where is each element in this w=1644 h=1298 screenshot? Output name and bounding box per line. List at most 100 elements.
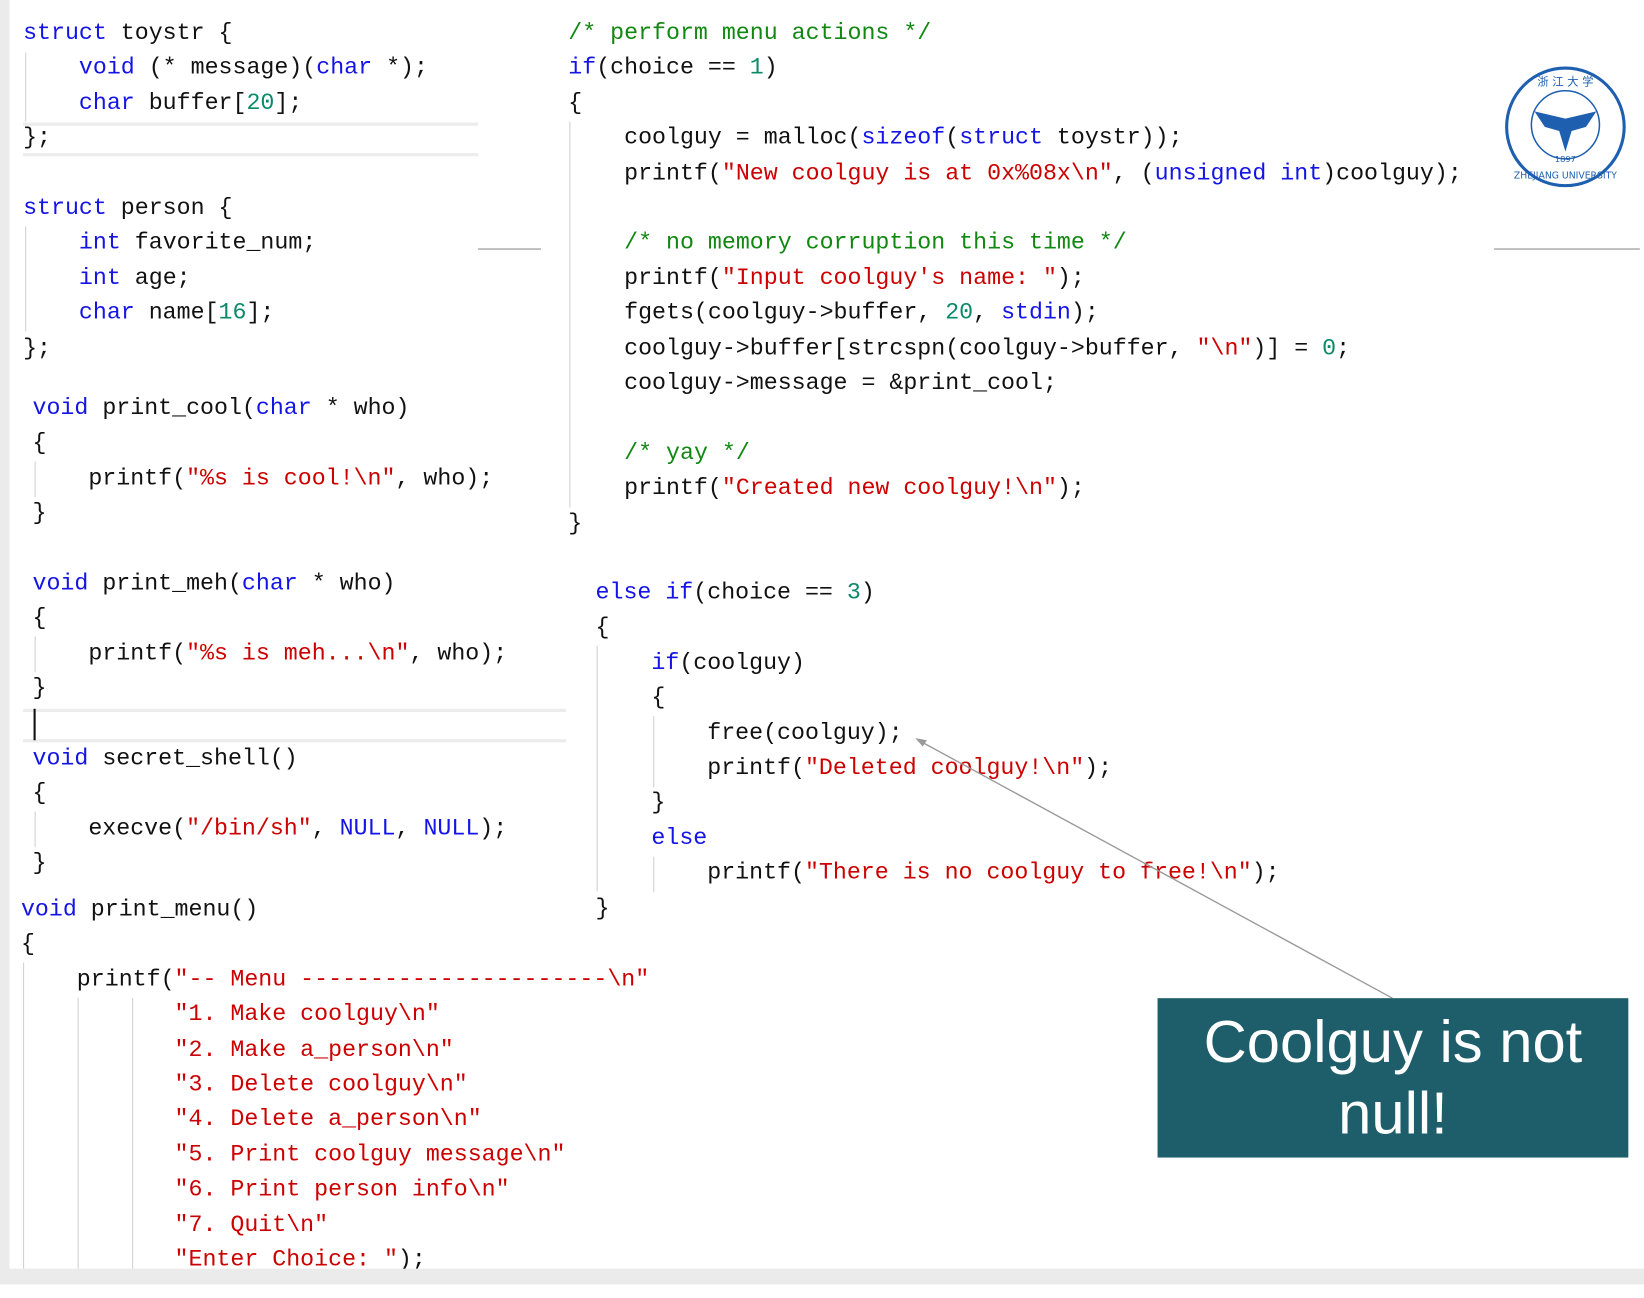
- code-line: "4. Delete a_person\n": [21, 1106, 482, 1135]
- code-token: {: [32, 430, 47, 457]
- code-token: ,: [311, 815, 340, 842]
- code-token: "4. Delete a_person\n": [174, 1106, 482, 1133]
- code-line: coolguy->buffer[strcspn(coolguy->buffer,…: [568, 334, 1350, 363]
- code-token: coolguy = malloc(: [568, 124, 862, 152]
- code-token: "7. Quit\n": [174, 1211, 329, 1238]
- code-token: else if: [595, 579, 694, 607]
- divider: [23, 122, 479, 126]
- code-token: ];: [246, 300, 275, 327]
- code-token: char: [78, 89, 135, 117]
- code-token: 20: [945, 300, 974, 327]
- code-token: , who);: [409, 640, 508, 667]
- code-line: printf("Created new coolguy!\n");: [568, 474, 1085, 503]
- code-token: "5. Print coolguy message\n": [174, 1141, 566, 1168]
- code-token: );: [1070, 300, 1099, 327]
- code-token: ,: [395, 815, 424, 842]
- code-line: if(coolguy): [596, 649, 805, 678]
- code-token: if: [651, 649, 680, 677]
- code-token: toystr {: [106, 19, 233, 47]
- code-token: buffer[: [134, 89, 247, 117]
- code-token: execve(: [32, 815, 187, 842]
- code-token: struct: [23, 19, 107, 47]
- code-token: printf(: [32, 640, 187, 667]
- code-line: struct person {: [23, 194, 232, 223]
- code-token: 20: [246, 89, 275, 117]
- code-token: }: [595, 789, 666, 817]
- code-line: {: [33, 429, 47, 458]
- university-logo: 浙 江 大 学 1897 ZHEJIANG UNIVERSITY: [1505, 66, 1626, 188]
- code-token: void: [32, 570, 89, 597]
- code-token: stdin: [1001, 300, 1071, 327]
- code-token: "Deleted coolguy!\n": [804, 754, 1085, 782]
- code-line: printf("There is no coolguy to free!\n")…: [596, 859, 1280, 888]
- code-token: printf(: [568, 265, 722, 292]
- divider: [23, 708, 567, 712]
- code-token: "/bin/sh": [186, 815, 312, 842]
- code-token: "There is no coolguy to free!\n": [804, 859, 1252, 887]
- code-line: coolguy->message = &print_cool;: [568, 369, 1057, 398]
- code-line: printf("Deleted coolguy!\n");: [595, 754, 1112, 783]
- svg-text:ZHEJIANG UNIVERSITY: ZHEJIANG UNIVERSITY: [1514, 170, 1617, 181]
- code-token: )] =: [1252, 335, 1323, 362]
- code-line: {: [596, 614, 610, 643]
- code-token: if: [568, 54, 597, 82]
- code-token: printf(: [595, 754, 805, 782]
- code-line: void print_menu(): [21, 895, 258, 924]
- code-token: {: [595, 614, 610, 642]
- code-token: {: [32, 780, 47, 807]
- text-cursor: [33, 708, 36, 741]
- code-token: age;: [120, 265, 191, 292]
- code-line: }: [33, 499, 47, 528]
- code-token: char: [255, 395, 312, 422]
- code-token: /* yay */: [624, 440, 750, 467]
- code-line: "2. Make a_person\n": [21, 1035, 454, 1064]
- code-line: }: [596, 894, 610, 923]
- code-token: print_cool(: [88, 395, 256, 422]
- left-edge-strip: [0, 0, 10, 1271]
- code-token: (* message)(: [134, 54, 317, 82]
- slide: struct toystr { void (* message)(char *)…: [0, 0, 1644, 1298]
- code-token: "1. Make coolguy\n": [174, 1001, 440, 1028]
- code-line: else: [596, 824, 707, 853]
- code-line: void print_cool(char * who): [33, 394, 410, 423]
- code-token: print_meh(: [88, 570, 242, 597]
- code-token: "Created new coolguy!\n": [721, 475, 1057, 502]
- code-line: void (* message)(char *);: [23, 54, 428, 83]
- code-line: coolguy = malloc(sizeof(struct toystr));: [568, 124, 1182, 153]
- code-token: char: [78, 300, 135, 327]
- code-token: /* perform menu actions */: [568, 19, 932, 47]
- code-token: );: [1251, 859, 1280, 887]
- code-line: void secret_shell(): [33, 744, 298, 773]
- code-line: {: [596, 684, 665, 713]
- code-token: ): [860, 579, 875, 607]
- code-token: 0: [1322, 335, 1337, 362]
- callout-text: Coolguy is not null!: [1203, 1008, 1583, 1148]
- code-token: struct: [959, 124, 1043, 152]
- code-token: "New coolguy is at 0x%08x\n": [721, 159, 1113, 187]
- code-token: }: [595, 894, 610, 922]
- code-token: };: [23, 124, 51, 152]
- code-token: coolguy->buffer[strcspn(coolguy->buffer,: [568, 335, 1197, 362]
- bottom-strip: [0, 1268, 1644, 1285]
- code-token: "-- Menu ----------------------\n": [174, 966, 650, 993]
- code-token: (coolguy): [679, 649, 805, 677]
- code-line: };: [23, 124, 51, 153]
- svg-text:浙 江 大 学: 浙 江 大 学: [1537, 75, 1593, 89]
- code-token: "%s is meh...\n": [186, 640, 410, 667]
- callout-box: Coolguy is not null!: [1157, 998, 1629, 1158]
- code-token: "6. Print person info\n": [174, 1176, 510, 1203]
- code-token: };: [23, 335, 51, 362]
- code-token: secret_shell(): [88, 745, 298, 772]
- code-token: name[: [134, 300, 219, 327]
- code-line: /* perform menu actions */: [568, 19, 931, 48]
- code-line: "6. Print person info\n": [21, 1176, 510, 1205]
- code-token: "\n": [1196, 335, 1253, 362]
